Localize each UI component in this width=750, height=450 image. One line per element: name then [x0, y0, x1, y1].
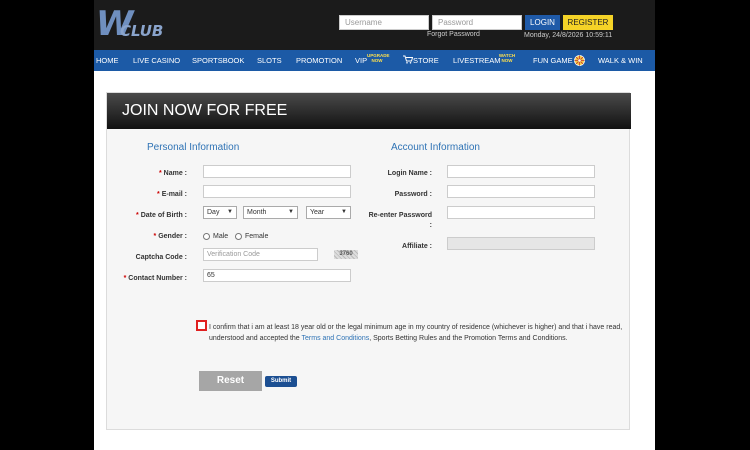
age-confirm-text: I confirm that i am at least 18 year old…	[209, 322, 624, 344]
nav-slots-label: SLOTS	[257, 56, 282, 65]
contact-input[interactable]: 65	[203, 269, 351, 282]
affiliate-label: Affiliate :	[402, 243, 432, 250]
nav-vip[interactable]: VIP	[355, 50, 367, 71]
gender-label-text: Gender :	[158, 233, 187, 240]
password-label: Password :	[394, 191, 432, 198]
gender-male-label: Male	[213, 233, 229, 240]
dob-year-select[interactable]: Year ▼	[306, 206, 351, 219]
current-datetime: Monday, 24/8/2026 10:59:11	[524, 32, 613, 39]
chevron-down-icon: ▼	[227, 209, 233, 215]
livestream-watch-badge: WATCH NOW	[498, 53, 516, 63]
nav-fun-game-label: FUN GAME	[533, 56, 573, 65]
form-title-bar: JOIN NOW FOR FREE	[107, 93, 631, 129]
contact-label-text: Contact Number :	[128, 275, 187, 282]
nav-store-label: STORE	[413, 56, 439, 65]
dob-day-value: Day	[207, 209, 220, 216]
nav-promotion[interactable]: PROMOTION	[296, 50, 342, 71]
email-label: * E-mail :	[109, 190, 187, 199]
registration-form: JOIN NOW FOR FREE Personal Information *…	[106, 92, 631, 430]
gender-female-label: Female	[245, 233, 269, 240]
nav-vip-label: VIP	[355, 56, 368, 65]
name-input[interactable]	[203, 165, 351, 178]
reset-button[interactable]: Reset	[199, 371, 262, 391]
gender-male-radio[interactable]	[203, 233, 210, 240]
chevron-down-icon: ▼	[288, 209, 294, 215]
logo-sub: CLUB	[120, 22, 164, 40]
submit-button[interactable]: Submit	[265, 376, 297, 387]
wheel-icon	[573, 55, 585, 66]
nav-promotion-label: PROMOTION	[296, 56, 343, 65]
account-info-heading: Account Information	[391, 142, 480, 153]
cart-icon	[403, 55, 414, 64]
dob-year-value: Year	[310, 209, 325, 216]
reenter-password-colon: :	[429, 222, 432, 229]
email-input[interactable]	[203, 185, 351, 198]
email-label-text: E-mail :	[161, 191, 187, 198]
age-confirm-checkbox[interactable]	[196, 320, 207, 331]
form-title: JOIN NOW FOR FREE	[122, 102, 288, 119]
affiliate-input	[447, 237, 595, 250]
nav-walk-win[interactable]: WALK & WIN	[598, 50, 643, 71]
name-label-text: Name :	[163, 170, 187, 177]
nav-live-casino-label: LIVE CASINO	[133, 56, 181, 65]
nav-sportsbook[interactable]: SPORTSBOOK	[192, 50, 244, 71]
dob-month-value: Month	[247, 209, 267, 216]
terms-link[interactable]: Terms and Conditions	[302, 335, 370, 342]
captcha-label-text: Captcha Code :	[135, 254, 187, 261]
forgot-password-link[interactable]: Forgot Password	[427, 31, 480, 38]
dob-label: * Date of Birth :	[109, 211, 187, 220]
nav-livestream[interactable]: LIVESTREAM	[453, 50, 501, 71]
login-name-label: Login Name :	[387, 170, 432, 177]
password-input[interactable]: Password	[432, 15, 522, 30]
dob-month-select[interactable]: Month ▼	[243, 206, 298, 219]
gender-female-radio[interactable]	[235, 233, 242, 240]
captcha-input[interactable]: Verification Code	[203, 248, 318, 261]
captcha-image: 3760	[334, 250, 358, 259]
name-label: * Name :	[109, 169, 187, 178]
chevron-down-icon: ▼	[341, 209, 347, 215]
dob-day-select[interactable]: Day ▼	[203, 206, 237, 219]
nav-home-label: HOME	[96, 56, 119, 65]
nav-live-casino[interactable]: LIVE CASINO	[133, 50, 180, 71]
nav-sportsbook-label: SPORTSBOOK	[192, 56, 245, 65]
vip-upgrade-badge: UPGRADE NOW	[367, 53, 390, 63]
login-name-input[interactable]	[447, 165, 595, 178]
register-button[interactable]: REGISTER	[563, 15, 613, 30]
username-input[interactable]: Username	[339, 15, 429, 30]
gender-label: * Gender :	[109, 232, 187, 241]
reenter-password-input[interactable]	[447, 206, 595, 219]
nav-walk-win-label: WALK & WIN	[598, 56, 643, 65]
nav-fun-game[interactable]: FUN GAME	[533, 50, 585, 71]
page-container: W CLUB Username Password LOGIN REGISTER …	[94, 0, 655, 450]
contact-label: * Contact Number :	[109, 274, 187, 283]
site-logo[interactable]: W CLUB	[96, 4, 170, 44]
reenter-password-label: Re-enter Password	[368, 212, 432, 219]
captcha-label: Captcha Code :	[109, 253, 187, 262]
nav-livestream-label: LIVESTREAM	[453, 56, 501, 65]
site-header: W CLUB Username Password LOGIN REGISTER …	[94, 0, 655, 50]
main-nav: HOME LIVE CASINO SPORTSBOOK SLOTS PROMOT…	[94, 50, 655, 71]
password-field[interactable]	[447, 185, 595, 198]
confirm-text-after: , Sports Betting Rules and the Promotion…	[369, 335, 568, 342]
nav-home[interactable]: HOME	[96, 50, 119, 71]
personal-info-heading: Personal Information	[147, 142, 240, 153]
nav-store[interactable]: STORE	[403, 50, 439, 71]
dob-label-text: Date of Birth :	[140, 212, 187, 219]
nav-slots[interactable]: SLOTS	[257, 50, 282, 71]
login-button[interactable]: LOGIN	[525, 15, 560, 30]
